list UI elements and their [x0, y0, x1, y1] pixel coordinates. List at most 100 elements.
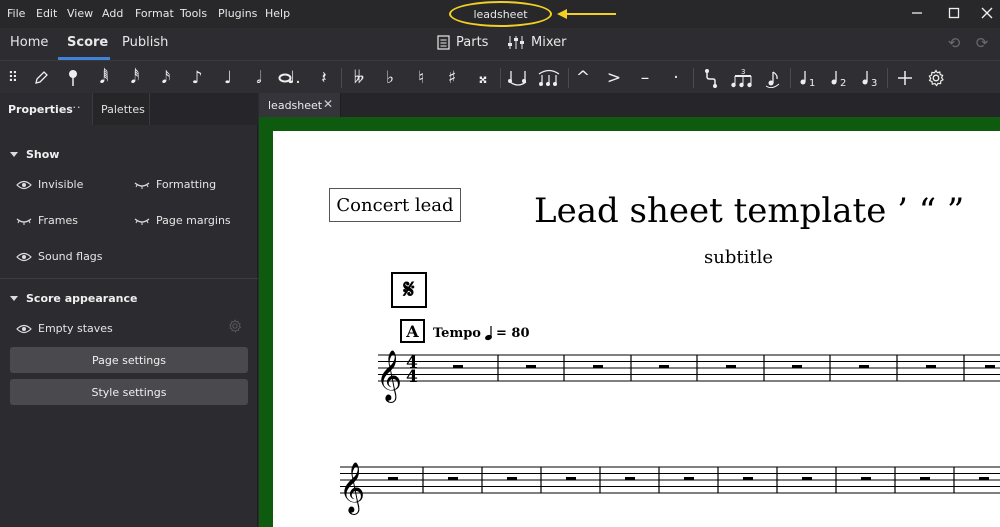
parts-label: Parts — [456, 35, 489, 50]
style-settings-button[interactable]: Style settings — [10, 379, 248, 405]
more-options-icon[interactable]: ··· — [68, 101, 82, 114]
panel-tabs: Properties ··· Palettes — [0, 93, 258, 125]
drag-handle-icon[interactable]: ⠿ — [0, 61, 26, 94]
parts-button[interactable]: Parts — [437, 35, 488, 50]
maximize-icon[interactable] — [943, 4, 965, 22]
tie-icon[interactable] — [505, 61, 531, 94]
16th-note-icon[interactable]: 𝅘𝅥𝅯 — [153, 61, 179, 94]
eye-icon — [16, 252, 32, 261]
voice-1-digit: 1 — [809, 78, 815, 88]
tab-palettes[interactable]: Palettes — [92, 93, 150, 125]
toggle-sound-flags[interactable]: Sound flags — [16, 250, 103, 263]
annotation-arrow-icon — [557, 9, 616, 19]
note-input-toolbar: ⠿ 𝅘𝅥𝅱 𝅘𝅥𝅰 𝅘𝅥𝅯 ♪ ♩ 𝅗𝅥 ♩. 𝄽 𝄫 ♭ ♮ ♯ 𝄪 ^ > … — [0, 60, 1000, 93]
score-appearance-section-header[interactable]: Score appearance — [10, 292, 137, 305]
grace-note-icon[interactable] — [760, 61, 786, 94]
toggle-page-margins[interactable]: Page margins — [134, 214, 231, 227]
redo-icon[interactable]: ⟳ — [972, 34, 992, 52]
gear-icon[interactable] — [923, 61, 949, 94]
mixer-button[interactable]: Mixer — [507, 35, 566, 50]
document-tab-bar: leadsheet ✕ — [259, 93, 1000, 117]
menu-format[interactable]: Format — [135, 7, 174, 20]
accent-pin-icon[interactable] — [60, 61, 86, 94]
toolbar-separator — [341, 68, 342, 88]
collapse-triangle-icon — [10, 152, 18, 157]
rest-icon[interactable]: 𝄽 — [311, 61, 337, 94]
tab-palettes-label: Palettes — [101, 103, 145, 116]
double-sharp-icon[interactable]: 𝄪 — [470, 61, 496, 94]
half-note-icon[interactable]: 𝅗𝅥 — [246, 61, 272, 94]
score-subtitle[interactable]: subtitle — [704, 247, 773, 268]
menu-view[interactable]: View — [67, 7, 93, 20]
settings-gear-icon[interactable] — [228, 319, 242, 333]
treble-clef-icon: 𝄞 — [339, 462, 365, 515]
toolbar-separator — [500, 68, 501, 88]
eye-icon — [16, 324, 32, 333]
page-settings-button[interactable]: Page settings — [10, 347, 248, 373]
64th-note-icon[interactable]: 𝅘𝅥𝅱 — [91, 61, 117, 94]
voice-2-icon[interactable]: 2 — [826, 61, 852, 94]
voice-2-digit: 2 — [840, 78, 846, 88]
sharp-icon[interactable]: ♯ — [439, 61, 465, 94]
toggle-frames[interactable]: Frames — [16, 214, 78, 227]
menu-help[interactable]: Help — [265, 7, 290, 20]
quarter-note-icon[interactable]: ♩ — [215, 61, 241, 94]
menu-add[interactable]: Add — [102, 7, 123, 20]
menu-plugins[interactable]: Plugins — [218, 7, 257, 20]
staff-1: 𝄞 4 4 — [376, 350, 1000, 403]
flip-direction-icon[interactable] — [698, 61, 724, 94]
toolbar-separator — [693, 68, 694, 88]
tab-properties[interactable]: Properties ··· — [0, 93, 92, 125]
tab-score[interactable]: Score — [67, 35, 108, 50]
close-icon[interactable] — [976, 4, 998, 22]
dotted-note-icon[interactable]: ♩. — [281, 61, 307, 94]
empty-staves-label: Empty staves — [38, 322, 113, 335]
tempo-text: Tempo — [433, 325, 481, 341]
segno-icon[interactable]: 𝄋 — [391, 272, 427, 308]
mixer-icon — [508, 36, 524, 49]
tab-publish[interactable]: Publish — [122, 35, 168, 50]
staccato-icon[interactable]: · — [663, 61, 689, 94]
show-heading: Show — [26, 148, 60, 161]
add-icon[interactable] — [892, 61, 918, 94]
accent-icon[interactable]: > — [601, 61, 627, 94]
marcato-icon[interactable]: ^ — [570, 61, 596, 94]
toolbar-separator — [887, 68, 888, 88]
pencil-icon[interactable] — [28, 61, 54, 94]
toggle-invisible[interactable]: Invisible — [16, 178, 83, 191]
minimize-icon[interactable] — [906, 4, 928, 22]
score-title[interactable]: Lead sheet template ’ “ ” — [534, 191, 964, 231]
sound-flags-label: Sound flags — [38, 250, 103, 263]
rehearsal-mark[interactable]: A — [400, 319, 425, 343]
eye-closed-icon — [16, 218, 32, 225]
slur-icon[interactable] — [535, 61, 563, 94]
collapse-triangle-icon — [10, 296, 18, 301]
toggle-formatting[interactable]: Formatting — [134, 178, 216, 191]
double-flat-icon[interactable]: 𝄫 — [346, 61, 372, 94]
menu-tools[interactable]: Tools — [180, 7, 207, 20]
flat-icon[interactable]: ♭ — [377, 61, 403, 94]
voice-3-icon[interactable]: 3 — [857, 61, 883, 94]
toggle-empty-staves[interactable]: Empty staves — [16, 322, 113, 335]
tuplet-icon[interactable]: 3 — [729, 61, 757, 94]
tenuto-icon[interactable]: – — [632, 61, 658, 94]
part-name-frame[interactable]: Concert lead — [329, 188, 461, 222]
tab-home[interactable]: Home — [10, 35, 48, 50]
menu-edit[interactable]: Edit — [36, 7, 57, 20]
eighth-note-icon[interactable]: ♪ — [184, 61, 210, 94]
eye-closed-icon — [134, 218, 150, 225]
formatting-label: Formatting — [156, 178, 217, 191]
voice-1-icon[interactable]: 1 — [795, 61, 821, 94]
time-signature-bottom: 4 — [406, 367, 418, 387]
voice-3-digit: 3 — [871, 78, 877, 88]
menu-file[interactable]: File — [7, 7, 25, 20]
page-margins-label: Page margins — [156, 214, 231, 227]
natural-icon[interactable]: ♮ — [408, 61, 434, 94]
undo-icon[interactable]: ⟲ — [944, 34, 964, 52]
title-bar: File Edit View Add Format Tools Plugins … — [0, 0, 1000, 28]
document-tab[interactable]: leadsheet ✕ — [259, 93, 341, 117]
tempo-marking[interactable]: Tempo = 80 — [433, 325, 530, 341]
32nd-note-icon[interactable]: 𝅘𝅥𝅰 — [122, 61, 148, 94]
close-tab-icon[interactable]: ✕ — [323, 97, 333, 111]
show-section-header[interactable]: Show — [10, 148, 59, 161]
